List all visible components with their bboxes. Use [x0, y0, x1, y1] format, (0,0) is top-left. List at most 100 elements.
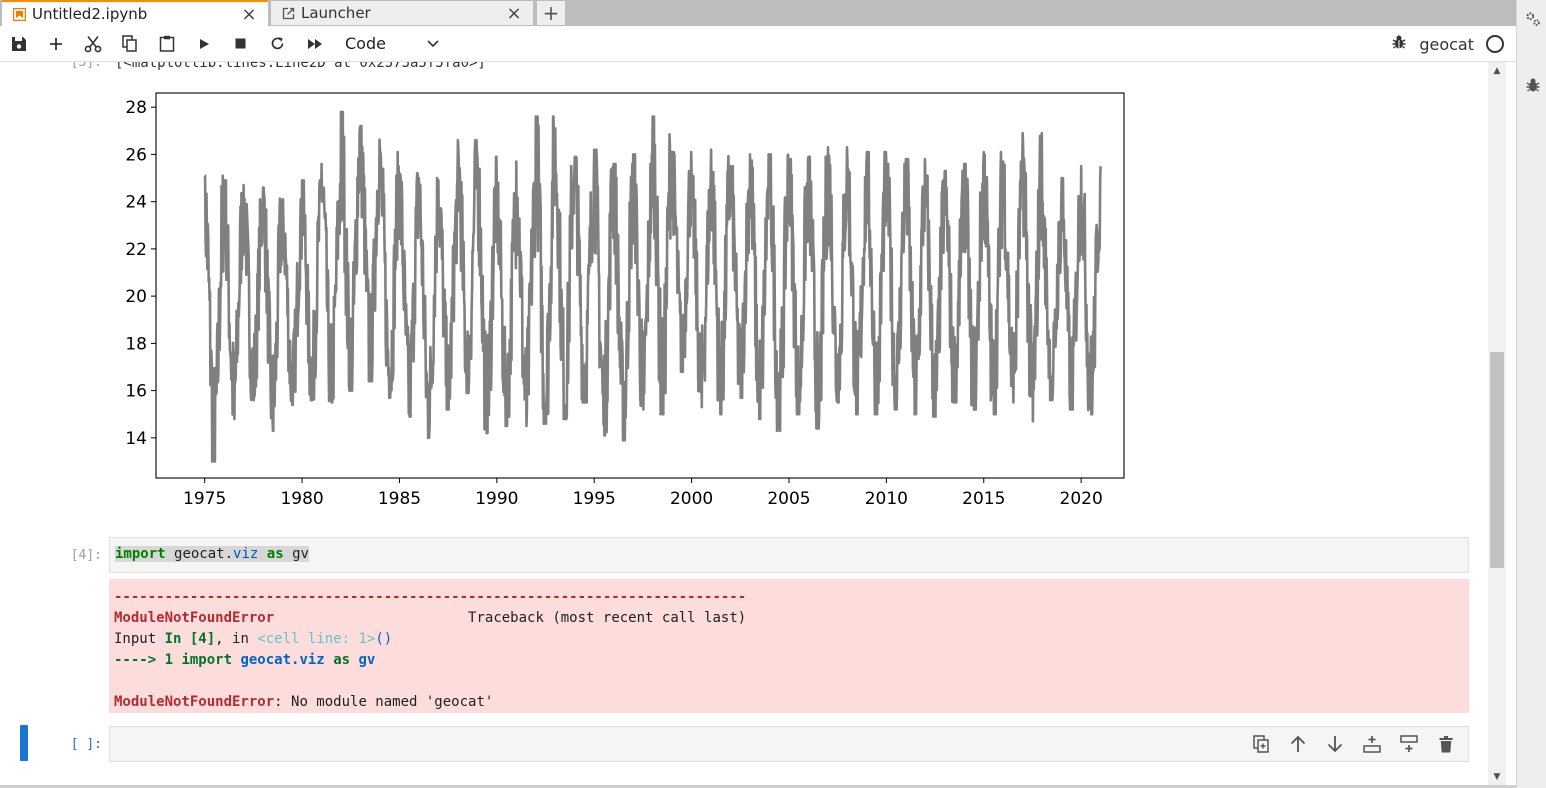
kernel-name[interactable]: geocat — [1419, 35, 1474, 54]
scissors-icon — [84, 35, 101, 52]
tab-untitled2[interactable]: Untitled2.ipynb × — [2, 0, 268, 26]
error-name: ModuleNotFoundError — [114, 610, 275, 626]
scroll-down-arrow[interactable]: ▼ — [1488, 768, 1506, 786]
property-inspector-gears-icon[interactable] — [1524, 10, 1542, 28]
run-button[interactable] — [185, 26, 222, 62]
insert-above-icon — [1362, 736, 1381, 753]
notebook-panel: [3]: [<matplotlib.lines.Line2D at 0x2575… — [0, 62, 1488, 786]
x-tick-label: 2020 — [1060, 489, 1103, 509]
cell-line-link[interactable]: <cell line: 1> — [257, 631, 375, 647]
fast-forward-icon — [307, 38, 322, 49]
empty-code-cell[interactable] — [109, 726, 1469, 762]
input-prompt: [4]: — [70, 548, 102, 563]
code-keyword: import — [115, 546, 166, 562]
add-tab-button[interactable]: + — [537, 1, 565, 25]
y-tick-label: 16 — [125, 382, 147, 402]
copy-button[interactable] — [111, 26, 148, 62]
error-dashes: ----------------------------------------… — [114, 589, 747, 605]
trash-icon — [1439, 735, 1452, 752]
x-tick-label: 1975 — [183, 489, 226, 509]
bug-icon[interactable] — [1391, 34, 1407, 54]
stop-icon — [235, 38, 246, 49]
restart-button[interactable] — [259, 26, 296, 62]
close-icon[interactable]: × — [505, 3, 523, 24]
input-word: Input — [114, 631, 157, 647]
plus-icon — [49, 37, 62, 50]
notebook-scrollbar[interactable]: ▲ ▼ — [1488, 62, 1506, 786]
launcher-icon — [281, 6, 295, 20]
output-prompt: [3]: — [70, 62, 102, 70]
traceback-arrow: ----> 1 — [114, 652, 182, 668]
active-cell-marker — [20, 725, 28, 761]
x-tick-label: 1995 — [573, 489, 616, 509]
refresh-icon — [271, 37, 284, 50]
duplicate-cell-button[interactable] — [1250, 733, 1271, 755]
insert-below-button[interactable] — [1398, 733, 1419, 755]
x-tick-label: 1990 — [475, 489, 518, 509]
arrow-up-icon — [1290, 735, 1305, 752]
save-button[interactable] — [0, 26, 37, 62]
cell-action-toolbar — [1250, 733, 1456, 755]
code-attribute: viz — [233, 546, 259, 562]
plus-icon: + — [542, 1, 560, 25]
code-dot: . — [224, 546, 234, 562]
traceback-module: geocat.viz — [240, 652, 325, 668]
error-output: ----------------------------------------… — [109, 579, 1469, 713]
tab-launcher[interactable]: Launcher × — [270, 0, 534, 26]
code-cell[interactable]: import geocat.viz as gv — [109, 537, 1469, 573]
code-keyword-as: as — [266, 546, 284, 562]
y-tick-label: 18 — [125, 334, 147, 354]
play-icon — [199, 38, 209, 49]
empty-input-prompt: [ ]: — [70, 737, 102, 752]
paste-button[interactable] — [148, 26, 185, 62]
x-tick-label: 2010 — [865, 489, 908, 509]
clipboard-icon — [159, 35, 174, 52]
series-line — [203, 110, 1102, 463]
run-all-button[interactable] — [296, 26, 333, 62]
debugger-bug-icon[interactable] — [1524, 76, 1542, 94]
line-plot: 1975 1980 1985 1990 1995 2000 2005 2010 2015 2020… — [125, 92, 1125, 509]
code-line[interactable]: import geocat.viz as gv — [115, 546, 309, 562]
copy-icon — [121, 35, 137, 52]
move-up-button[interactable] — [1287, 733, 1308, 755]
insert-above-button[interactable] — [1361, 733, 1382, 755]
x-tick-label: 1985 — [378, 489, 421, 509]
y-tick-label: 20 — [125, 287, 147, 307]
delete-cell-button[interactable] — [1435, 733, 1456, 755]
in-label: In [4] — [164, 631, 216, 647]
y-tick-label: 22 — [125, 240, 147, 260]
x-tick-label: 2005 — [767, 489, 810, 509]
traceback-keyword: import — [181, 652, 233, 668]
insert-cell-button[interactable] — [37, 26, 74, 62]
interrupt-button[interactable] — [222, 26, 259, 62]
y-tick-label: 24 — [125, 193, 147, 213]
final-error-name: ModuleNotFoundError — [114, 694, 275, 710]
traceback-keyword-as: as — [333, 652, 351, 668]
traceback-label: Traceback (most recent call last) — [468, 610, 747, 626]
save-icon — [11, 36, 26, 51]
cell-type-value: Code — [345, 34, 386, 53]
y-tick-label: 26 — [125, 145, 147, 165]
scrollbar-thumb[interactable] — [1490, 352, 1504, 568]
x-tick-label: 2000 — [670, 489, 713, 509]
code-alias: gv — [292, 546, 309, 562]
previous-output-text: [<matplotlib.lines.Line2D at 0x2575a5f5f… — [115, 62, 486, 71]
cell-type-select[interactable]: Code — [337, 31, 447, 57]
notebook-toolbar: Code geocat — [0, 26, 1516, 62]
kernel-status-idle-icon — [1486, 35, 1504, 53]
chevron-down-icon — [427, 39, 439, 47]
right-sidebar — [1516, 0, 1546, 788]
x-tick-label: 1980 — [280, 489, 323, 509]
move-down-button[interactable] — [1324, 733, 1345, 755]
duplicate-icon — [1252, 735, 1269, 753]
traceback-alias: gv — [358, 652, 376, 668]
close-icon[interactable]: × — [240, 4, 258, 25]
tab-label: Launcher — [301, 4, 371, 22]
cut-button[interactable] — [74, 26, 111, 62]
tab-bar: Untitled2.ipynb × Launcher × + — [0, 0, 1516, 26]
arrow-down-icon — [1327, 736, 1342, 753]
y-tick-label: 14 — [125, 429, 147, 449]
scroll-up-arrow[interactable]: ▲ — [1488, 62, 1506, 80]
x-tick-label: 2015 — [962, 489, 1005, 509]
insert-below-icon — [1399, 735, 1418, 752]
